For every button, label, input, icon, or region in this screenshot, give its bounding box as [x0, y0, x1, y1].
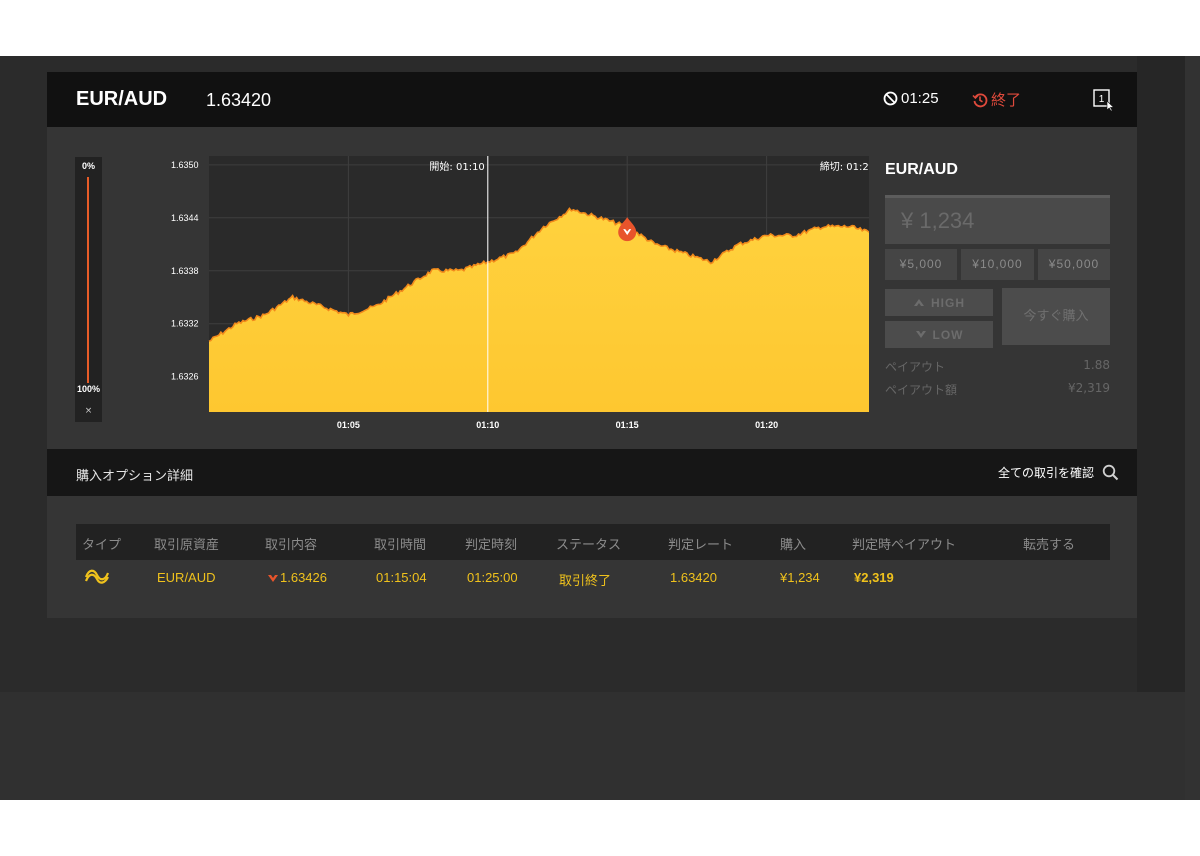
- amount-input[interactable]: ¥ 1,234: [885, 195, 1110, 244]
- window-expand-icon: 1: [1093, 89, 1115, 112]
- row-purchase: ¥1,234: [780, 570, 820, 585]
- high-low-icon: [84, 567, 110, 588]
- y-tick-label: 1.6350: [171, 160, 199, 170]
- col-resell: 転売する: [1023, 538, 1076, 553]
- low-button[interactable]: LOW: [885, 321, 993, 348]
- high-label: HIGH: [931, 295, 965, 310]
- low-label: LOW: [932, 327, 964, 342]
- scroll-gutter: [1185, 56, 1200, 800]
- y-tick-label: 1.6338: [171, 266, 199, 276]
- y-tick-label: 1.6344: [171, 213, 199, 223]
- col-type: タイプ: [82, 538, 122, 553]
- y-tick-label: 1.6326: [171, 372, 199, 382]
- details-title: 購入オプション詳細: [76, 469, 194, 484]
- view-all-trades-link[interactable]: 全ての取引を確認: [998, 464, 1119, 481]
- col-status: ステータス: [556, 538, 622, 553]
- status-text: 終了: [991, 91, 1022, 109]
- trade-header: EUR/AUD 1.63420 01:25 終了 1: [47, 72, 1137, 127]
- x-tick-label: 01:15: [616, 420, 639, 430]
- payout-amount-row: ペイアウト額 ¥2,319: [885, 381, 1110, 398]
- row-payout: ¥2,319: [854, 570, 894, 585]
- col-trade-time: 取引時間: [374, 538, 427, 553]
- progress-line: [87, 177, 89, 383]
- row-content: 1.63426: [268, 570, 327, 585]
- col-payout: 判定時ペイアウト: [852, 538, 957, 553]
- x-tick-label: 01:20: [755, 420, 778, 430]
- row-content-value: 1.63426: [280, 570, 327, 585]
- row-judge-time: 01:25:00: [467, 570, 518, 585]
- time-progress-bar: 0% 100% ×: [75, 157, 102, 422]
- start-label: 開始: 01:10: [429, 160, 484, 173]
- payout-label: ペイアウト: [885, 360, 946, 374]
- no-entry-icon: [883, 91, 898, 106]
- end-label: 締切: 01:24: [820, 160, 869, 173]
- payout-row: ペイアウト 1.88: [885, 358, 1110, 375]
- purchase-details-header: 購入オプション詳細 全ての取引を確認: [47, 449, 1137, 496]
- header-timer: 01:25: [883, 90, 939, 107]
- view-all-label: 全ての取引を確認: [998, 466, 1095, 480]
- low-icon: [915, 331, 926, 338]
- col-purchase: 購入: [780, 538, 807, 553]
- history-icon: [972, 92, 988, 107]
- expand-button[interactable]: 1: [1093, 89, 1115, 112]
- header-rate: 1.63420: [206, 90, 272, 110]
- high-icon: [914, 299, 924, 306]
- purchase-details-table: タイプ 取引原資産 取引内容 取引時間 判定時刻 ステータス 判定レート 購入 …: [47, 496, 1137, 618]
- table-header: タイプ 取引原資産 取引内容 取引時間 判定時刻 ステータス 判定レート 購入 …: [76, 524, 1110, 560]
- timer-value: 01:25: [901, 90, 939, 107]
- y-tick-label: 1.6332: [171, 319, 199, 329]
- payout-amount-label: ペイアウト額: [885, 383, 958, 397]
- row-asset: EUR/AUD: [157, 570, 216, 585]
- screen: EUR/AUD 1.63420 01:25 終了 1 0% 100% × 1.6…: [0, 0, 1200, 856]
- side-strip: [1137, 56, 1185, 692]
- payout-amount-value: ¥2,319: [1068, 381, 1110, 395]
- low-arrow-icon: [268, 574, 278, 582]
- progress-bottom-label: 100%: [76, 384, 101, 394]
- preset-5000-button[interactable]: ¥5,000: [885, 249, 957, 280]
- x-tick-label: 01:10: [476, 420, 499, 430]
- close-icon[interactable]: ×: [75, 406, 102, 416]
- search-icon: [1102, 464, 1119, 481]
- progress-top-label: 0%: [81, 161, 95, 171]
- header-status: 終了: [972, 89, 1021, 110]
- price-chart: 1.6350 1.6344 1.6338 1.6332 1.6326 01:05 01:10…: [171, 156, 869, 430]
- chart-panel: 0% 100% × 1.6350 1.6344 1.6338 1.6332 1.6326…: [47, 127, 1137, 449]
- col-asset: 取引原資産: [154, 538, 220, 553]
- payout-value: 1.88: [1083, 358, 1110, 372]
- row-judge-rate: 1.63420: [670, 570, 717, 585]
- high-button[interactable]: HIGH: [885, 289, 993, 316]
- header-pair: EUR/AUD: [76, 88, 168, 110]
- row-trade-time: 01:15:04: [376, 570, 427, 585]
- col-judge-rate: 判定レート: [668, 538, 734, 553]
- x-tick-label: 01:05: [337, 420, 360, 430]
- svg-text:1: 1: [1099, 94, 1105, 105]
- preset-10000-button[interactable]: ¥10,000: [961, 249, 1034, 280]
- buy-now-button[interactable]: 今すぐ購入: [1002, 288, 1110, 345]
- preset-50000-button[interactable]: ¥50,000: [1038, 249, 1110, 280]
- trade-panel-pair: EUR/AUD: [885, 161, 958, 178]
- row-status: 取引終了: [559, 574, 612, 589]
- col-content: 取引内容: [265, 538, 318, 553]
- col-judge-time: 判定時刻: [465, 538, 518, 553]
